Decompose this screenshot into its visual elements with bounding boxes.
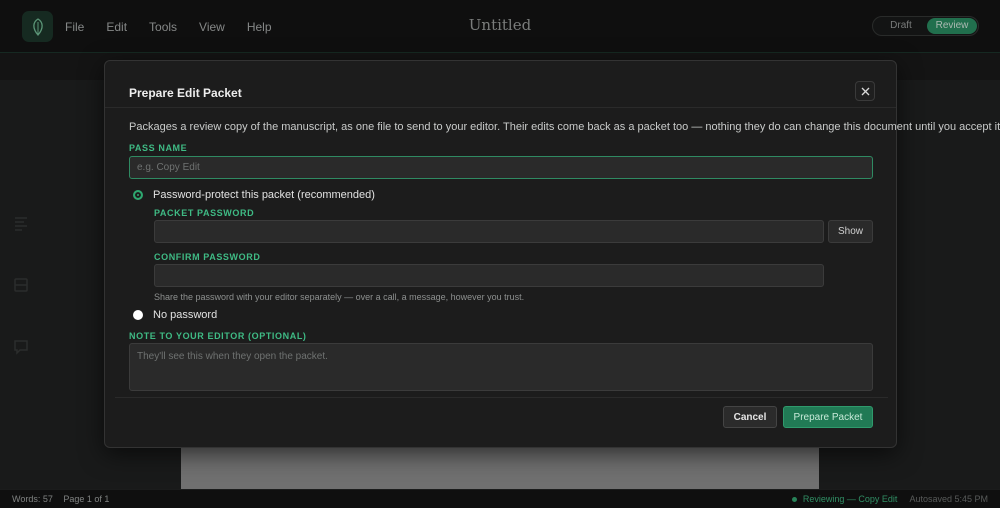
no-password-radio-label[interactable]: No password [153, 309, 217, 321]
dialog-footer-divider [115, 397, 888, 398]
packet-password-input[interactable] [154, 220, 824, 243]
packet-password-label: PACKET PASSWORD [154, 208, 255, 218]
prepare-packet-button[interactable]: Prepare Packet [783, 406, 873, 428]
dialog-title: Prepare Edit Packet [129, 86, 242, 100]
protect-option[interactable]: Password-protect this packet (recommende… [133, 189, 375, 201]
close-icon [861, 87, 869, 95]
editor-note-label: NOTE TO YOUR EDITOR (OPTIONAL) [129, 331, 307, 341]
cancel-button[interactable]: Cancel [723, 406, 777, 428]
pass-name-input[interactable] [129, 156, 873, 179]
close-button[interactable] [855, 81, 875, 101]
password-hint: Share the password with your editor sepa… [154, 292, 525, 302]
no-password-radio[interactable] [133, 310, 143, 320]
confirm-password-label: CONFIRM PASSWORD [154, 252, 261, 262]
protect-radio[interactable] [133, 190, 143, 200]
pass-name-label: PASS NAME [129, 143, 188, 153]
editor-note-textarea[interactable] [129, 343, 873, 391]
prepare-edit-packet-dialog: Prepare Edit Packet Packages a review co… [104, 60, 1000, 448]
show-password-button[interactable]: Show [828, 220, 873, 243]
confirm-password-input[interactable] [154, 264, 824, 287]
no-password-option[interactable]: No password [133, 309, 217, 321]
dialog-description: Packages a review copy of the manuscript… [129, 121, 1000, 133]
dialog-header: Prepare Edit Packet [105, 61, 896, 108]
protect-radio-label[interactable]: Password-protect this packet (recommende… [153, 189, 375, 201]
